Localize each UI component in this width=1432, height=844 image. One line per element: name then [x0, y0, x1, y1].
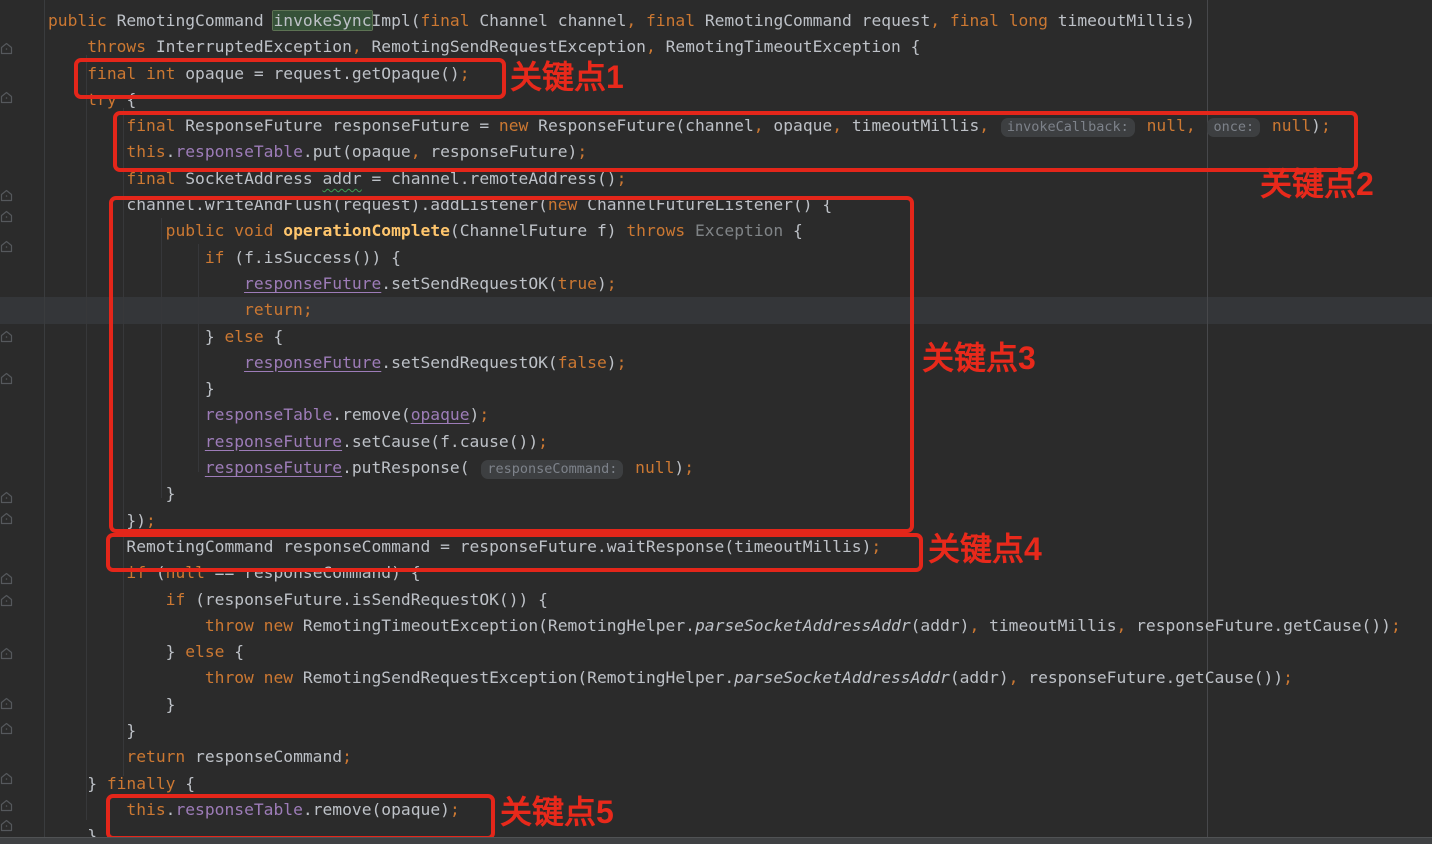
- annotation-box-2: [113, 111, 1358, 172]
- code-token: parseSocketAddressAddr: [734, 668, 950, 687]
- code-token: RemotingSendRequestException: [372, 37, 646, 56]
- code-line: throw new RemotingTimeoutException(Remot…: [0, 613, 1432, 639]
- code-token: final long: [950, 11, 1058, 30]
- code-token: public: [48, 11, 117, 30]
- code-token: }: [48, 642, 185, 661]
- code-token: ;: [1283, 668, 1293, 687]
- code-token: (addr): [950, 668, 1009, 687]
- code-token: [48, 616, 205, 635]
- code-token: {: [185, 774, 195, 793]
- annotation-box-5: [106, 794, 495, 840]
- code-token: timeoutMillis: [989, 616, 1116, 635]
- annotation-label-4: 关键点4: [928, 531, 1042, 567]
- code-line: if (responseFuture.isSendRequestOK()) {: [0, 587, 1432, 613]
- annotation-box-1: [74, 58, 506, 99]
- annotation-label-2: 关键点2: [1260, 166, 1374, 202]
- code-token: else: [185, 642, 234, 661]
- code-token: responseFuture.getCause()): [1136, 616, 1391, 635]
- code-token: RemotingTimeoutException(RemotingHelper.: [303, 616, 695, 635]
- code-token: throw new: [205, 616, 303, 635]
- code-token: }: [48, 774, 107, 793]
- code-token: }: [48, 695, 175, 714]
- code-line: public RemotingCommand invokeSyncImpl(fi…: [0, 8, 1432, 34]
- code-token: }: [48, 721, 136, 740]
- code-token: finally: [107, 774, 185, 793]
- code-token: ,: [930, 11, 950, 30]
- code-token: parseSocketAddressAddr: [695, 616, 911, 635]
- code-token: [48, 169, 126, 188]
- code-token: RemotingSendRequestException(RemotingHel…: [303, 668, 734, 687]
- code-token: timeoutMillis): [1058, 11, 1195, 30]
- code-line: } else {: [0, 639, 1432, 665]
- annotation-label-1: 关键点1: [510, 59, 624, 95]
- code-line: }: [0, 718, 1432, 744]
- bottom-panel-edge: [0, 837, 1432, 844]
- code-token: throws: [87, 37, 156, 56]
- code-token: ,: [646, 37, 666, 56]
- code-line: } finally {: [0, 771, 1432, 797]
- code-token: RemotingCommand request: [705, 11, 930, 30]
- code-token: return: [126, 747, 195, 766]
- code-token: [48, 37, 87, 56]
- annotation-box-4: [106, 533, 923, 572]
- annotation-label-3: 关键点3: [922, 340, 1036, 376]
- code-token: ;: [342, 747, 352, 766]
- code-token: [48, 747, 126, 766]
- code-token: (responseFuture.isSendRequestOK()) {: [195, 590, 548, 609]
- annotation-label-5: 关键点5: [500, 794, 614, 830]
- code-editor: public RemotingCommand invokeSyncImpl(fi…: [0, 0, 1432, 844]
- code-token: responseCommand: [195, 747, 342, 766]
- code-token: Impl(: [372, 11, 421, 30]
- code-token: [48, 590, 166, 609]
- code-line: return responseCommand;: [0, 744, 1432, 770]
- code-token: InterruptedException: [156, 37, 352, 56]
- code-token: ,: [1009, 668, 1029, 687]
- search-match-highlight: invokeSync: [273, 11, 371, 30]
- code-token: RemotingTimeoutException {: [666, 37, 921, 56]
- code-token: ,: [626, 11, 646, 30]
- code-token: (addr): [911, 616, 970, 635]
- code-line: throws InterruptedException, RemotingSen…: [0, 34, 1432, 60]
- code-token: responseFuture.getCause()): [1028, 668, 1283, 687]
- code-token: {: [234, 642, 244, 661]
- code-token: ,: [352, 37, 372, 56]
- code-token: final: [646, 11, 705, 30]
- code-token: Channel channel: [479, 11, 626, 30]
- code-token: if: [166, 590, 195, 609]
- code-token: RemotingCommand: [117, 11, 274, 30]
- code-token: ,: [969, 616, 989, 635]
- code-token: ,: [1117, 616, 1137, 635]
- annotation-box-3: [109, 196, 914, 533]
- code-token: ;: [1391, 616, 1401, 635]
- code-token: throw new: [205, 668, 303, 687]
- code-token: final: [421, 11, 480, 30]
- code-line: throw new RemotingSendRequestException(R…: [0, 665, 1432, 691]
- code-line: }: [0, 692, 1432, 718]
- code-token: [48, 668, 205, 687]
